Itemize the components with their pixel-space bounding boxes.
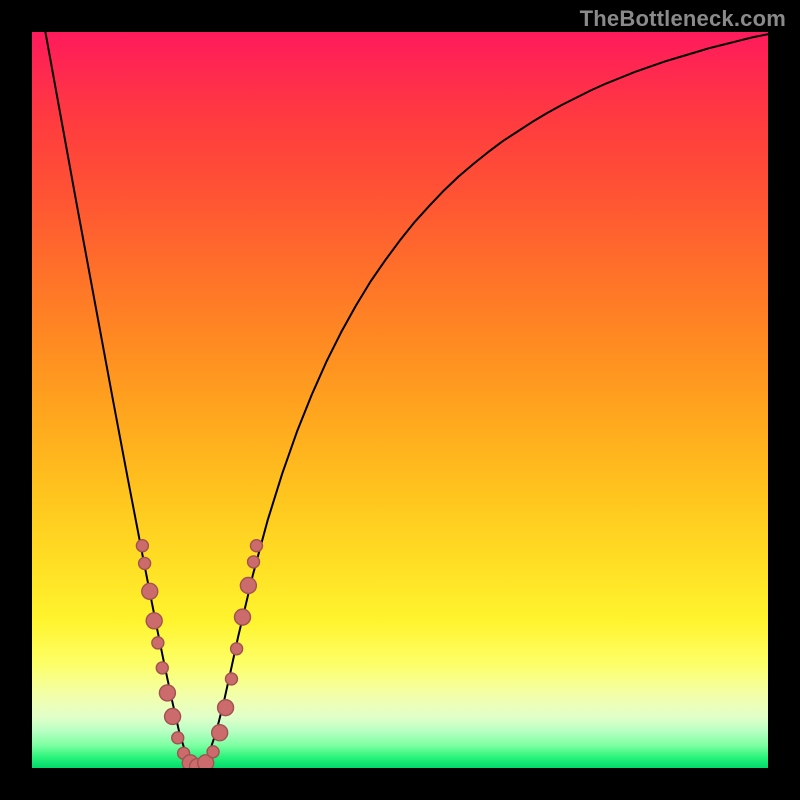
sample-point xyxy=(248,556,260,568)
sample-point xyxy=(159,685,175,701)
sample-points-layer xyxy=(32,32,768,768)
sample-point xyxy=(218,700,234,716)
sample-point xyxy=(136,540,148,552)
sample-point xyxy=(139,557,151,569)
sample-point xyxy=(156,662,168,674)
sample-point xyxy=(142,583,158,599)
sample-point xyxy=(172,732,184,744)
sample-point xyxy=(231,643,243,655)
sample-point xyxy=(250,540,262,552)
sample-point xyxy=(207,746,219,758)
watermark-text: TheBottleneck.com xyxy=(580,6,786,32)
sample-point xyxy=(225,673,237,685)
sample-point xyxy=(146,613,162,629)
chart-frame: TheBottleneck.com xyxy=(0,0,800,800)
sample-point xyxy=(235,609,251,625)
sample-point xyxy=(152,637,164,649)
plot-area xyxy=(32,32,768,768)
sample-point xyxy=(165,708,181,724)
sample-point xyxy=(240,577,256,593)
sample-point xyxy=(212,725,228,741)
